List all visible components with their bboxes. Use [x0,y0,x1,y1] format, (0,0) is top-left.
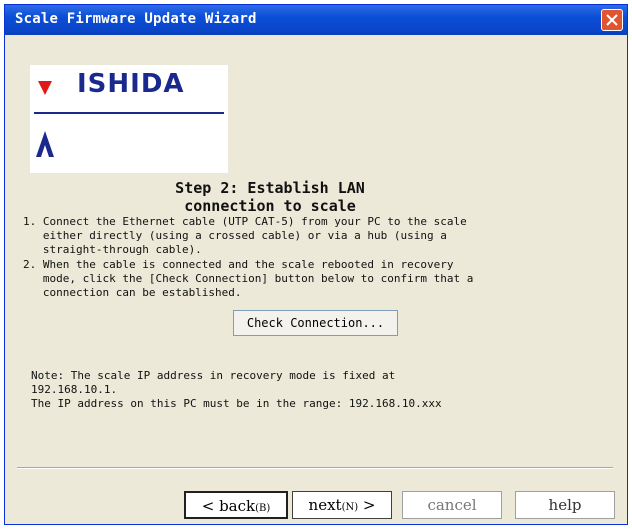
close-icon [606,14,618,26]
button-separator [17,467,613,469]
note-text: Note: The scale IP address in recovery m… [31,369,591,417]
next-button-suffix: > [358,496,376,514]
step-heading-line1: Step 2: Establish LAN [175,179,365,197]
back-button[interactable]: < back(B) [184,491,288,519]
logo-brand-text: ISHIDA [77,69,185,99]
logo-mark-icon [36,81,54,157]
note-line2: 192.168.10.1. [31,383,118,396]
ishida-logo: ISHIDA [30,65,228,173]
instruction-1-line1: 1. Connect the Ethernet cable (UTP CAT-5… [23,215,467,228]
step-heading-line2: connection to scale [184,197,356,215]
back-button-accel: (B) [255,503,271,514]
instruction-2-line2: mode, click the [Check Connection] butto… [23,272,474,285]
instruction-2-line3: connection can be established. [23,286,242,299]
note-line1: Note: The scale IP address in recovery m… [31,369,396,382]
window-title: Scale Firmware Update Wizard [15,11,257,27]
check-connection-button[interactable]: Check Connection... [233,310,398,336]
wizard-window: Scale Firmware Update Wizard ISHIDA Step… [4,4,628,525]
close-button[interactable] [601,9,623,31]
instruction-2: 2. When the cable is connected and the s… [5,258,625,303]
help-button[interactable]: help [515,491,615,519]
next-button-accel: (N) [341,502,359,513]
note-line3: The IP address on this PC must be in the… [31,397,442,410]
instruction-2-line1: 2. When the cable is connected and the s… [23,258,454,271]
next-button-label: next [308,496,342,514]
instruction-1-line2: either directly (using a crossed cable) … [23,229,447,242]
instruction-1: 1. Connect the Ethernet cable (UTP CAT-5… [5,215,625,257]
instruction-1-line3: straight-through cable). [23,243,202,256]
next-button[interactable]: next(N) > [292,491,392,519]
title-bar[interactable]: Scale Firmware Update Wizard [5,5,627,35]
cancel-button[interactable]: cancel [402,491,502,519]
back-button-label: < back [201,497,256,515]
logo-rule [34,112,224,114]
